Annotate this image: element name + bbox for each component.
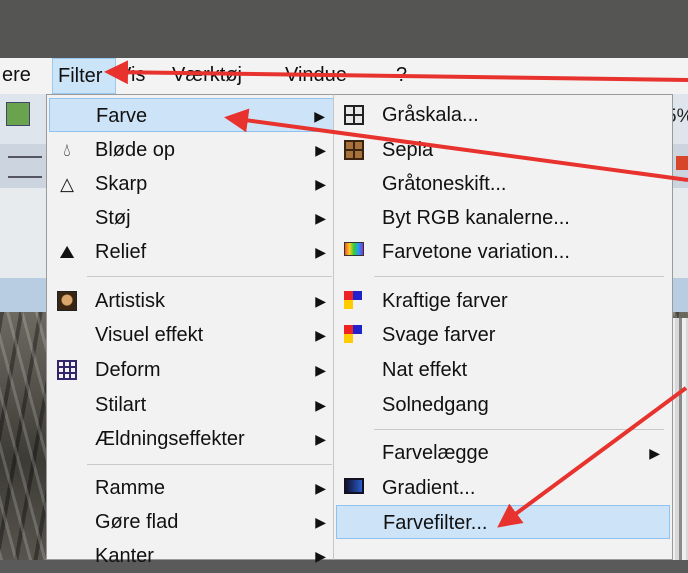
menu-item-stoej[interactable]: Støj ▶ [49, 201, 336, 235]
menu-item-bloede-op[interactable]: 💧︎ Bløde op ▶ [49, 133, 336, 167]
menu-vis[interactable]: Vis [118, 58, 158, 94]
menu-item-label: Farvetone variation... [382, 241, 570, 263]
menu-item-graaskala[interactable]: Gråskala... [336, 98, 670, 132]
menu-item-gradient[interactable]: Gradient... [336, 471, 670, 505]
menu-item-artistisk[interactable]: Artistisk ▶ [49, 284, 336, 318]
menu-item-label: Farve [96, 105, 148, 127]
submenu-arrow-icon: ▶ [315, 548, 326, 564]
menu-item-relief[interactable]: ⛰ Relief ▶ [49, 235, 336, 269]
menu-item-kanter[interactable]: Kanter ▶ [49, 539, 336, 573]
menu-item-label: Gøre flad [95, 511, 179, 533]
sliders-icon[interactable] [8, 156, 42, 178]
menu-item-stilart[interactable]: Stilart ▶ [49, 388, 336, 422]
farve-submenu: Gråskala... Sepia Gråtoneskift... Byt RG… [333, 94, 673, 560]
menu-separator [374, 429, 664, 430]
menu-item-label: Artistisk [95, 290, 165, 312]
menu-item-visuel-effekt[interactable]: Visuel effekt ▶ [49, 318, 336, 352]
sepia-icon [344, 140, 364, 160]
deform-icon [57, 360, 77, 380]
menu-help[interactable]: ? [396, 58, 416, 94]
menu-item-label: Ramme [95, 477, 166, 499]
submenu-arrow-icon: ▶ [315, 431, 326, 447]
menu-item-aeldningseffekter[interactable]: Ældningseffekter ▶ [49, 422, 336, 456]
menu-vaerktoej[interactable]: Værktøj [172, 58, 282, 94]
menu-item-label: Solnedgang [382, 394, 489, 416]
menu-item-graatoneskift[interactable]: Gråtoneskift... [336, 167, 670, 201]
image-icon[interactable] [6, 102, 30, 126]
menu-item-label: Stilart [95, 394, 147, 416]
menu-item-label: Deform [95, 359, 161, 381]
menu-item-byt-rgb[interactable]: Byt RGB kanalerne... [336, 201, 670, 235]
menu-item-svage-farver[interactable]: Svage farver [336, 318, 670, 352]
triangle-icon: △ [60, 174, 74, 194]
submenu-arrow-icon: ▶ [649, 445, 660, 461]
color-swatch-icon[interactable] [676, 156, 688, 170]
menu-item-label: Kraftige farver [382, 290, 508, 312]
menu-item-label: Ældningseffekter [95, 428, 245, 450]
gradient-icon [344, 478, 364, 494]
menu-separator [374, 276, 664, 277]
menu-item-label: Farvefilter... [383, 512, 488, 534]
submenu-arrow-icon: ▶ [315, 176, 326, 192]
menu-item-skarp[interactable]: △ Skarp ▶ [49, 167, 336, 201]
menu-item-label: Visuel effekt [95, 324, 204, 346]
menu-item-label: Gradient... [382, 477, 476, 499]
filter-menu: Farve ▶ 💧︎ Bløde op ▶ △ Skarp ▶ Støj ▶ ⛰… [46, 94, 339, 567]
menu-item-label: Relief [95, 241, 147, 263]
vivid-colors-icon [344, 291, 364, 311]
menu-item-label: Bløde op [95, 139, 176, 161]
menu-item-farvefilter[interactable]: Farvefilter... [336, 505, 670, 539]
menu-separator [87, 464, 332, 465]
menu-item-ramme[interactable]: Ramme ▶ [49, 471, 336, 505]
menu-item-label: Farvelægge [382, 442, 489, 464]
menu-filter[interactable]: Filter [52, 58, 116, 94]
menu-item-label: Skarp [95, 173, 148, 195]
submenu-arrow-icon: ▶ [315, 327, 326, 343]
menu-bar: ere Filter Vis Værktøj Vindue ? [0, 58, 688, 94]
menu-item-label: Byt RGB kanalerne... [382, 207, 570, 229]
relief-icon: ⛰ [59, 242, 75, 262]
menu-item-kraftige-farver[interactable]: Kraftige farver [336, 284, 670, 318]
submenu-arrow-icon: ▶ [315, 142, 326, 158]
submenu-arrow-icon: ▶ [315, 362, 326, 378]
submenu-arrow-icon: ▶ [314, 108, 325, 124]
menu-item-label: Gråtoneskift... [382, 173, 507, 195]
menu-item-farve[interactable]: Farve ▶ [49, 98, 336, 132]
menu-item-farvetone-variation[interactable]: Farvetone variation... [336, 235, 670, 269]
menu-item-label: Sepia [382, 139, 434, 161]
window-titlebar [0, 0, 688, 58]
menu-item-deform[interactable]: Deform ▶ [49, 353, 336, 387]
submenu-arrow-icon: ▶ [315, 293, 326, 309]
menu-item-solnedgang[interactable]: Solnedgang [336, 388, 670, 422]
submenu-arrow-icon: ▶ [315, 480, 326, 496]
submenu-arrow-icon: ▶ [315, 244, 326, 260]
menu-vindue[interactable]: Vindue [285, 58, 380, 94]
drop-icon: 💧︎ [63, 140, 71, 160]
menu-item-label: Svage farver [382, 324, 496, 346]
menu-item-label: Nat effekt [382, 359, 468, 381]
menu-item-nat-effekt[interactable]: Nat effekt [336, 353, 670, 387]
menu-item-label: Kanter [95, 545, 154, 567]
menu-item-sepia[interactable]: Sepia [336, 133, 670, 167]
menu-edit[interactable]: ere [0, 58, 42, 94]
menu-item-farvelaegge[interactable]: Farvelægge ▶ [336, 436, 670, 470]
menu-separator [87, 276, 332, 277]
portrait-icon [57, 291, 77, 311]
rainbow-icon [344, 242, 364, 256]
grid-icon [344, 105, 364, 125]
submenu-arrow-icon: ▶ [315, 210, 326, 226]
menu-item-goere-flad[interactable]: Gøre flad ▶ [49, 505, 336, 539]
menu-item-label: Gråskala... [382, 104, 479, 126]
submenu-arrow-icon: ▶ [315, 397, 326, 413]
menu-item-label: Støj [95, 207, 131, 229]
pale-colors-icon [344, 325, 364, 345]
submenu-arrow-icon: ▶ [315, 514, 326, 530]
